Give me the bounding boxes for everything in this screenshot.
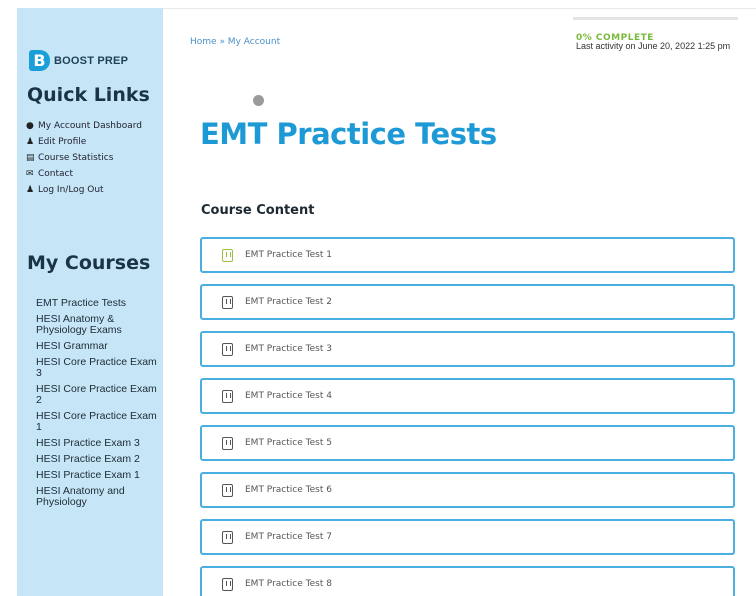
quick-links-list: ● My Account Dashboard ♟ Edit Profile ▤ …	[26, 121, 158, 201]
quick-link-login-logout[interactable]: ♟ Log In/Log Out	[26, 185, 158, 196]
lesson-icon	[222, 436, 233, 450]
quick-link-label: Course Statistics	[38, 153, 114, 163]
lesson-icon	[222, 248, 233, 262]
course-link[interactable]: HESI Core Practice Exam 1	[36, 411, 161, 433]
lesson-item[interactable]: EMT Practice Test 1	[200, 237, 735, 273]
quick-link-label: Edit Profile	[38, 137, 87, 147]
lesson-label: EMT Practice Test 3	[245, 344, 332, 354]
brand-name: BOOST PREP	[54, 54, 129, 67]
lesson-item[interactable]: EMT Practice Test 8	[200, 566, 735, 596]
lesson-item[interactable]: EMT Practice Test 6	[200, 472, 735, 508]
lesson-icon	[222, 342, 233, 356]
lesson-item[interactable]: EMT Practice Test 7	[200, 519, 735, 555]
course-list: EMT Practice Tests HESI Anatomy & Physio…	[36, 298, 161, 513]
lesson-label: EMT Practice Test 2	[245, 297, 332, 307]
lesson-label: EMT Practice Test 6	[245, 485, 332, 495]
user-circle-icon: ●	[26, 121, 34, 131]
user-edit-icon: ♟	[26, 137, 35, 147]
logo-icon: B	[29, 50, 50, 71]
course-link[interactable]: HESI Practice Exam 2	[36, 454, 161, 465]
section-title: Course Content	[201, 203, 315, 218]
my-courses-heading: My Courses	[27, 252, 151, 274]
lesson-list: EMT Practice Test 1 EMT Practice Test 2 …	[200, 237, 735, 596]
document-icon: ▤	[26, 153, 35, 163]
progress-bar	[573, 17, 738, 20]
course-link[interactable]: HESI Core Practice Exam 3	[36, 357, 161, 379]
breadcrumb[interactable]: Home » My Account	[190, 37, 280, 47]
quick-link-edit-profile[interactable]: ♟ Edit Profile	[26, 137, 158, 148]
lesson-icon	[222, 577, 233, 591]
last-activity: Last activity on June 20, 2022 1:25 pm	[576, 41, 731, 51]
envelope-icon: ✉	[26, 169, 34, 179]
brand-logo[interactable]: B BOOST PREP	[29, 50, 128, 71]
loading-dot-icon	[253, 95, 264, 106]
lesson-icon	[222, 389, 233, 403]
lesson-icon	[222, 295, 233, 309]
users-icon: ♟	[26, 185, 35, 195]
course-link[interactable]: HESI Grammar	[36, 341, 161, 352]
course-link[interactable]: EMT Practice Tests	[36, 298, 161, 309]
lesson-item[interactable]: EMT Practice Test 2	[200, 284, 735, 320]
course-link[interactable]: HESI Core Practice Exam 2	[36, 384, 161, 406]
lesson-item[interactable]: EMT Practice Test 4	[200, 378, 735, 414]
lesson-label: EMT Practice Test 7	[245, 532, 332, 542]
lesson-label: EMT Practice Test 4	[245, 391, 332, 401]
lesson-item[interactable]: EMT Practice Test 5	[200, 425, 735, 461]
quick-link-label: Contact	[38, 169, 74, 179]
course-link[interactable]: HESI Anatomy & Physiology Exams	[36, 314, 161, 336]
header-divider	[163, 8, 756, 9]
lesson-label: EMT Practice Test 5	[245, 438, 332, 448]
quick-link-label: My Account Dashboard	[38, 121, 142, 131]
lesson-item[interactable]: EMT Practice Test 3	[200, 331, 735, 367]
course-link[interactable]: HESI Practice Exam 1	[36, 470, 161, 481]
quick-link-dashboard[interactable]: ● My Account Dashboard	[26, 121, 158, 132]
lesson-label: EMT Practice Test 1	[245, 250, 332, 260]
quick-link-label: Log In/Log Out	[38, 185, 104, 195]
course-link[interactable]: HESI Practice Exam 3	[36, 438, 161, 449]
quick-link-contact[interactable]: ✉ Contact	[26, 169, 158, 180]
quick-links-heading: Quick Links	[27, 84, 150, 106]
sidebar: B BOOST PREP Quick Links ● My Account Da…	[17, 8, 163, 596]
quick-link-course-statistics[interactable]: ▤ Course Statistics	[26, 153, 158, 164]
lesson-label: EMT Practice Test 8	[245, 579, 332, 589]
page-title: EMT Practice Tests	[200, 117, 497, 151]
lesson-icon	[222, 483, 233, 497]
course-link[interactable]: HESI Anatomy and Physiology	[36, 486, 161, 508]
lesson-icon	[222, 530, 233, 544]
